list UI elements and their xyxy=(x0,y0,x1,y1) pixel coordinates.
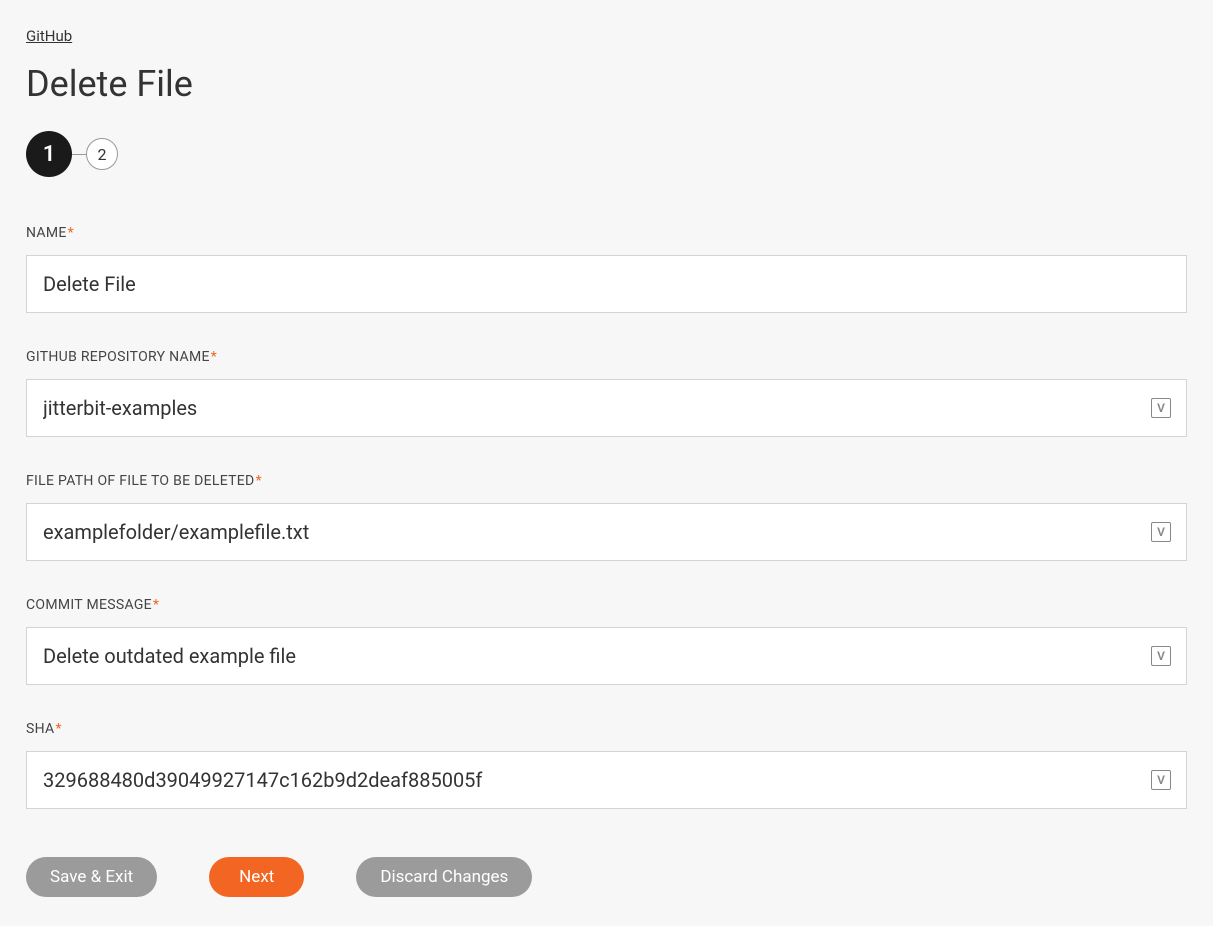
label-repo: GITHUB REPOSITORY NAME* xyxy=(26,349,1187,365)
step-2[interactable]: 2 xyxy=(86,138,118,170)
next-button[interactable]: Next xyxy=(209,857,304,897)
commit-input[interactable] xyxy=(26,627,1187,685)
page-title: Delete File xyxy=(26,63,1187,105)
variable-picker-icon[interactable]: V xyxy=(1151,398,1171,418)
required-mark: * xyxy=(153,597,159,613)
sha-input[interactable] xyxy=(26,751,1187,809)
repo-input[interactable] xyxy=(26,379,1187,437)
required-mark: * xyxy=(211,349,217,365)
required-mark: * xyxy=(68,225,74,241)
variable-picker-icon[interactable]: V xyxy=(1151,770,1171,790)
variable-picker-icon[interactable]: V xyxy=(1151,522,1171,542)
field-sha: SHA* V xyxy=(26,721,1187,809)
variable-picker-icon[interactable]: V xyxy=(1151,646,1171,666)
label-name-text: NAME xyxy=(26,225,67,241)
required-mark: * xyxy=(256,473,262,489)
stepper: 1 2 xyxy=(26,131,1187,177)
label-repo-text: GITHUB REPOSITORY NAME xyxy=(26,349,210,365)
field-name: NAME* xyxy=(26,225,1187,313)
label-sha: SHA* xyxy=(26,721,1187,737)
field-repo: GITHUB REPOSITORY NAME* V xyxy=(26,349,1187,437)
save-exit-button[interactable]: Save & Exit xyxy=(26,857,157,897)
step-1[interactable]: 1 xyxy=(26,131,72,177)
breadcrumb-github[interactable]: GitHub xyxy=(26,27,72,45)
filepath-input[interactable] xyxy=(26,503,1187,561)
label-commit-text: COMMIT MESSAGE xyxy=(26,597,152,613)
required-mark: * xyxy=(55,721,61,737)
field-commit: COMMIT MESSAGE* V xyxy=(26,597,1187,685)
button-row: Save & Exit Next Discard Changes xyxy=(26,857,1187,897)
label-commit: COMMIT MESSAGE* xyxy=(26,597,1187,613)
label-filepath: FILE PATH OF FILE TO BE DELETED* xyxy=(26,473,1187,489)
discard-changes-button[interactable]: Discard Changes xyxy=(356,857,532,897)
label-name: NAME* xyxy=(26,225,1187,241)
label-filepath-text: FILE PATH OF FILE TO BE DELETED xyxy=(26,473,255,489)
name-input[interactable] xyxy=(26,255,1187,313)
label-sha-text: SHA xyxy=(26,721,54,737)
field-filepath: FILE PATH OF FILE TO BE DELETED* V xyxy=(26,473,1187,561)
step-connector xyxy=(72,154,86,155)
